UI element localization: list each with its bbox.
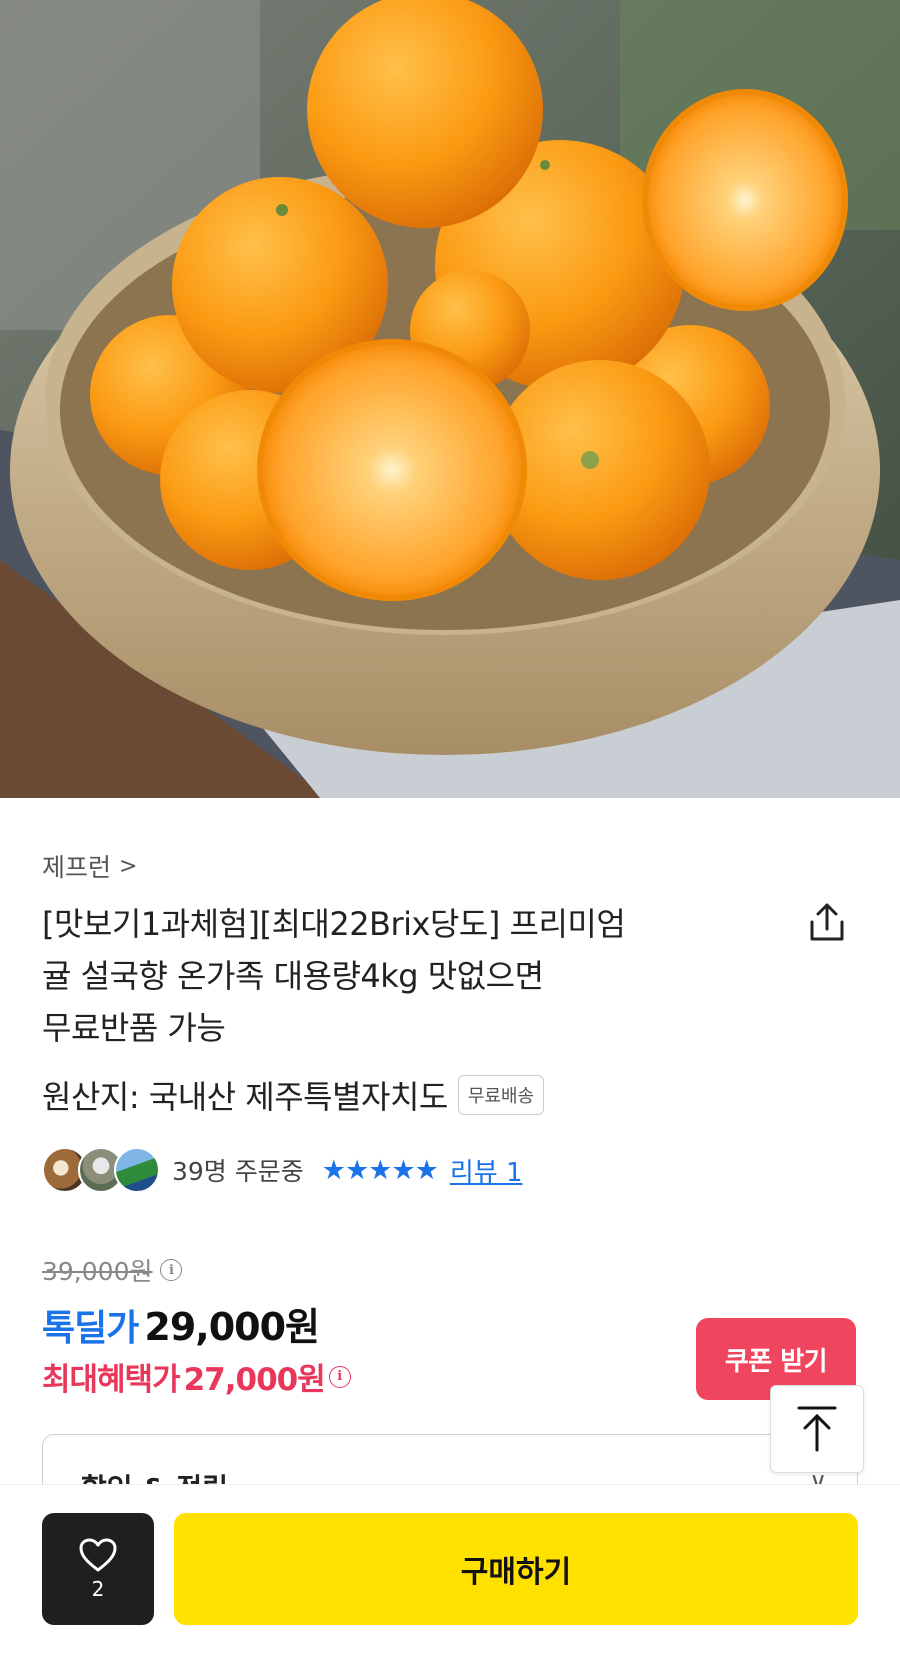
avatar: [114, 1147, 160, 1193]
heart-icon: [79, 1538, 117, 1572]
free-shipping-badge: 무료배송: [457, 1075, 545, 1115]
chevron-right-icon: >: [119, 853, 138, 879]
seller-name: 제프런: [42, 853, 112, 882]
order-count: 39명 주문중: [172, 1157, 304, 1186]
seller-link[interactable]: 제프런 >: [42, 848, 137, 884]
deal-label: 톡딜가: [42, 1308, 139, 1349]
origin-row: 원산지: 국내산 제주특별자치도 무료배송: [42, 1072, 545, 1118]
arrow-up-icon: [797, 1406, 837, 1452]
deal-price: 29,000원: [144, 1305, 320, 1349]
bottom-action-bar: 2 구매하기: [0, 1484, 900, 1664]
star-icon: ★: [414, 1154, 439, 1186]
product-title: [맛보기1과체험][최대22Brix당도] 프리미엄 귤 설국향 온가족 대용량…: [42, 898, 682, 1054]
rating-stars: ★★★★★: [321, 1154, 439, 1186]
original-price: 39,000원: [42, 1257, 153, 1286]
deal-price-row: 톡딜가 29,000원: [42, 1296, 320, 1351]
star-icon: ★: [344, 1154, 369, 1186]
share-icon[interactable]: [804, 900, 850, 946]
buy-button[interactable]: 구매하기: [174, 1513, 858, 1625]
origin-text: 원산지: 국내산 제주특별자치도: [42, 1078, 448, 1116]
original-price-row: 39,000원 i: [42, 1252, 183, 1288]
scroll-to-top-button[interactable]: [770, 1385, 864, 1473]
buyer-avatars: [42, 1147, 160, 1193]
product-hero-image[interactable]: [0, 0, 900, 798]
star-icon: ★: [368, 1154, 392, 1186]
like-count: 2: [91, 1577, 105, 1601]
review-link[interactable]: 리뷰 1: [450, 1152, 523, 1189]
max-benefit-row: 최대혜택가 27,000원 i: [42, 1354, 351, 1399]
info-icon[interactable]: i: [328, 1365, 351, 1388]
product-title-line: [맛보기1과체험][최대22Brix당도] 프리미엄: [42, 905, 626, 943]
star-icon: ★: [321, 1154, 346, 1186]
star-icon: ★: [391, 1154, 415, 1186]
social-proof-row: 39명 주문중 ★★★★★ 리뷰 1: [42, 1146, 523, 1194]
product-title-line: 귤 설국향 온가족 대용량4kg 맛없으면: [42, 957, 544, 995]
max-benefit-label: 최대혜택가: [42, 1362, 181, 1398]
max-benefit-price: 27,000원: [183, 1362, 326, 1398]
product-title-line: 무료반품 가능: [42, 1009, 226, 1047]
like-button[interactable]: 2: [42, 1513, 154, 1625]
info-icon[interactable]: i: [160, 1259, 183, 1281]
